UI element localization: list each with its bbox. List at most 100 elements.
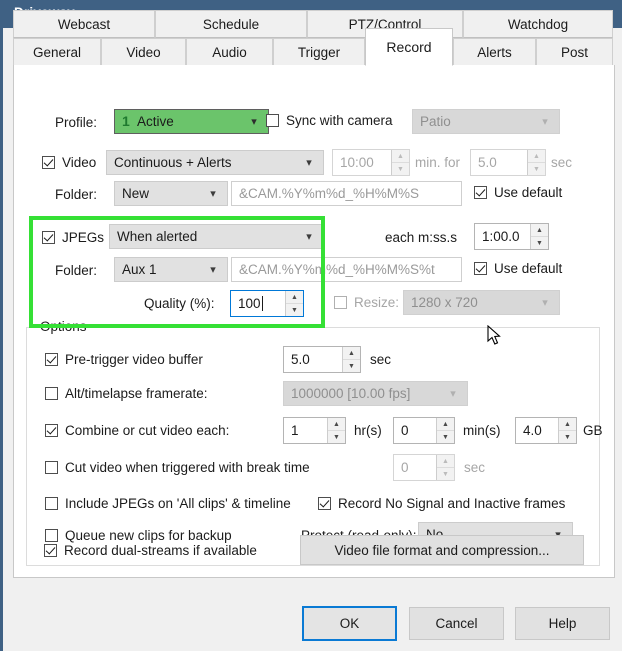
spinner-down-icon[interactable]: ▼ (559, 431, 576, 443)
video-use-default-checkbox[interactable]: Use default (474, 185, 562, 200)
video-mode-dropdown[interactable]: Continuous + Alerts ▾ (106, 150, 324, 175)
spinner-buttons[interactable]: ▲ ▼ (342, 347, 360, 372)
spinner-buttons[interactable]: ▲ ▼ (391, 150, 409, 175)
profile-dropdown[interactable]: 1 Active ▾ (114, 109, 269, 134)
spinner-down-icon[interactable]: ▼ (392, 163, 409, 175)
spinner-up-icon[interactable]: ▲ (531, 224, 548, 237)
checkbox-box (474, 186, 487, 199)
ok-button[interactable]: OK (302, 606, 397, 641)
spinner-down-icon[interactable]: ▼ (328, 431, 345, 443)
spinner-down-icon[interactable]: ▼ (437, 431, 454, 443)
cut-break-spinner[interactable]: 0 ▲ ▼ (393, 454, 455, 481)
spinner-up-icon[interactable]: ▲ (528, 150, 545, 163)
chevron-down-icon: ▾ (210, 263, 216, 276)
video-seconds-spinner[interactable]: 5.0 ▲ ▼ (470, 149, 546, 176)
jpegs-use-default-checkbox[interactable]: Use default (474, 261, 562, 276)
combine-hours-value: 1 (291, 423, 299, 438)
spinner-down-icon[interactable]: ▼ (286, 304, 303, 316)
checkbox-box (45, 387, 58, 400)
combine-hours-spinner[interactable]: 1 ▲ ▼ (283, 417, 346, 444)
combine-size-spinner[interactable]: 4.0 ▲ ▼ (515, 417, 577, 444)
checkbox-box (45, 529, 58, 542)
alt-framerate-dropdown[interactable]: 1000000 [10.00 fps] ▾ (283, 381, 468, 406)
quality-value-wrap: 100 (231, 291, 285, 316)
jpegs-checkbox[interactable]: JPEGs (42, 230, 104, 245)
jpegs-folder-dropdown[interactable]: Aux 1 ▾ (114, 257, 228, 282)
combine-size-unit-label: GB (583, 423, 603, 438)
record-nosignal-label: Record No Signal and Inactive frames (338, 496, 566, 511)
spinner-down-icon[interactable]: ▼ (528, 163, 545, 175)
spinner-up-icon[interactable]: ▲ (286, 291, 303, 304)
video-checkbox[interactable]: Video (42, 155, 96, 170)
spinner-down-icon[interactable]: ▼ (437, 468, 454, 480)
tab-audio[interactable]: Audio (186, 38, 273, 66)
tab-video[interactable]: Video (101, 38, 186, 66)
spinner-up-icon[interactable]: ▲ (343, 347, 360, 360)
pretrigger-checkbox[interactable]: Pre-trigger video buffer (45, 352, 203, 367)
tab-trigger[interactable]: Trigger (273, 38, 365, 66)
video-folder-dropdown[interactable]: New ▾ (114, 181, 228, 206)
quality-label: Quality (%): (144, 296, 215, 311)
spinner-up-icon[interactable]: ▲ (328, 418, 345, 431)
spinner-up-icon[interactable]: ▲ (392, 150, 409, 163)
resize-checkbox[interactable]: Resize: (334, 295, 399, 310)
chevron-down-icon: ▾ (251, 115, 257, 128)
quality-spinner[interactable]: 100 ▲ ▼ (230, 290, 304, 317)
checkbox-box (45, 497, 58, 510)
dual-streams-checkbox[interactable]: Record dual-streams if available (44, 543, 257, 558)
spinner-buttons[interactable]: ▲ ▼ (436, 418, 454, 443)
checkbox-box (318, 497, 331, 510)
spinner-buttons[interactable]: ▲ ▼ (558, 418, 576, 443)
spinner-up-icon[interactable]: ▲ (437, 455, 454, 468)
options-groupbox: Options Pre-trigger video buffer 5.0 ▲ ▼ … (26, 319, 603, 566)
pretrigger-unit-label: sec (370, 352, 392, 367)
spinner-buttons[interactable]: ▲ ▼ (285, 291, 303, 316)
spinner-down-icon[interactable]: ▼ (343, 360, 360, 372)
tab-watchdog[interactable]: Watchdog (463, 10, 613, 38)
record-tab-panel: Profile: 1 Active ▾ Sync with camera Pati… (13, 65, 615, 578)
video-minutes-spinner[interactable]: 10:00 ▲ ▼ (332, 149, 410, 176)
cut-break-checkbox[interactable]: Cut video when triggered with break time (45, 460, 310, 475)
jpegs-path-input[interactable]: &CAM.%Y%m%d_%H%M%S%t (231, 257, 462, 282)
options-group-title: Options (36, 319, 91, 334)
tab-alerts[interactable]: Alerts (453, 38, 536, 66)
spinner-buttons[interactable]: ▲ ▼ (327, 418, 345, 443)
spinner-down-icon[interactable]: ▼ (531, 237, 548, 249)
tab-record[interactable]: Record (365, 28, 453, 66)
queue-backup-checkbox[interactable]: Queue new clips for backup (45, 528, 232, 543)
tab-post[interactable]: Post (536, 38, 613, 66)
pretrigger-spinner[interactable]: 5.0 ▲ ▼ (283, 346, 361, 373)
spinner-buttons[interactable]: ▲ ▼ (530, 224, 548, 249)
record-nosignal-checkbox[interactable]: Record No Signal and Inactive frames (318, 496, 565, 511)
jpegs-folder-value: Aux 1 (122, 262, 157, 277)
spinner-buttons[interactable]: ▲ ▼ (436, 455, 454, 480)
jpegs-mode-dropdown[interactable]: When alerted ▾ (109, 224, 324, 249)
tab-webcast[interactable]: Webcast (13, 10, 155, 38)
spinner-buttons[interactable]: ▲ ▼ (527, 150, 545, 175)
sync-with-camera-label: Sync with camera (286, 113, 393, 128)
spinner-up-icon[interactable]: ▲ (437, 418, 454, 431)
jpegs-interval-spinner[interactable]: 1:00.0 ▲ ▼ (474, 223, 549, 250)
help-button[interactable]: Help (515, 607, 610, 640)
alt-framerate-checkbox[interactable]: Alt/timelapse framerate: (45, 386, 208, 401)
tab-general[interactable]: General (13, 38, 101, 66)
jpegs-folder-label: Folder: (55, 263, 98, 278)
include-jpegs-label: Include JPEGs on 'All clips' & timeline (65, 496, 291, 511)
camera-dropdown[interactable]: Patio ▾ (412, 109, 560, 134)
resize-dropdown[interactable]: 1280 x 720 ▾ (403, 290, 560, 315)
resize-value: 1280 x 720 (411, 295, 478, 310)
chevron-down-icon: ▾ (542, 296, 548, 309)
include-jpegs-checkbox[interactable]: Include JPEGs on 'All clips' & timeline (45, 496, 291, 511)
jpegs-interval-value: 1:00.0 (482, 229, 520, 244)
combine-cut-checkbox[interactable]: Combine or cut video each: (45, 423, 229, 438)
tab-strip: Webcast Schedule PTZ/Control Watchdog Ge… (13, 10, 613, 66)
checkbox-box (42, 156, 55, 169)
checkbox-box (45, 461, 58, 474)
combine-minutes-spinner[interactable]: 0 ▲ ▼ (393, 417, 455, 444)
sync-with-camera-checkbox[interactable]: Sync with camera (266, 113, 393, 128)
spinner-up-icon[interactable]: ▲ (559, 418, 576, 431)
video-format-button[interactable]: Video file format and compression... (300, 535, 584, 565)
tab-schedule[interactable]: Schedule (155, 10, 307, 38)
video-path-input[interactable]: &CAM.%Y%m%d_%H%M%S (231, 181, 462, 206)
cancel-button[interactable]: Cancel (409, 607, 504, 640)
